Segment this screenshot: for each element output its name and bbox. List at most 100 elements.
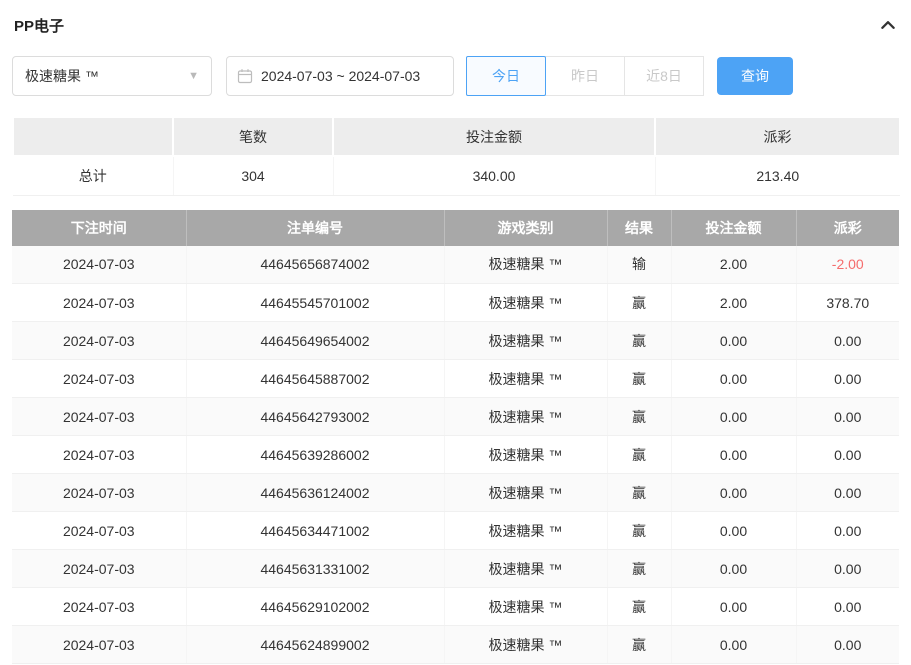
cell-result: 赢 [607, 588, 671, 626]
cell-payout: -2.00 [796, 246, 899, 284]
cell-bet-time: 2024-07-03 [12, 626, 186, 664]
cell-bet-time: 2024-07-03 [12, 398, 186, 436]
chevron-down-icon: ▼ [188, 70, 199, 82]
game-select[interactable]: 极速糖果 ™ ▼ [12, 56, 212, 96]
cell-result: 赢 [607, 550, 671, 588]
summary-header-row: 笔数 投注金额 派彩 [13, 117, 900, 156]
cell-bet-id: 44645645887002 [186, 360, 444, 398]
cell-bet-amount: 0.00 [671, 550, 796, 588]
cell-bet-amount: 0.00 [671, 626, 796, 664]
cell-bet-time: 2024-07-03 [12, 322, 186, 360]
summary-header-payout: 派彩 [655, 117, 900, 156]
cell-result: 赢 [607, 436, 671, 474]
cell-bet-amount: 0.00 [671, 588, 796, 626]
cell-bet-id: 44645639286002 [186, 436, 444, 474]
table-row: 2024-07-03 44645649654002 极速糖果 ™ 赢 0.00 … [12, 322, 899, 360]
cell-payout: 378.70 [796, 284, 899, 322]
cell-bet-amount: 2.00 [671, 246, 796, 284]
cell-game-category: 极速糖果 ™ [444, 322, 607, 360]
summary-table: 笔数 投注金额 派彩 总计 304 340.00 213.40 [12, 116, 901, 196]
calendar-icon [237, 68, 253, 84]
cell-result: 赢 [607, 398, 671, 436]
game-select-value: 极速糖果 ™ [25, 66, 99, 86]
cell-bet-amount: 2.00 [671, 284, 796, 322]
cell-payout: 0.00 [796, 512, 899, 550]
cell-result: 赢 [607, 284, 671, 322]
summary-bet-amount-value: 340.00 [333, 156, 655, 195]
cell-result: 赢 [607, 360, 671, 398]
cell-bet-id: 44645624899002 [186, 626, 444, 664]
cell-bet-time: 2024-07-03 [12, 512, 186, 550]
cell-payout: 0.00 [796, 360, 899, 398]
search-button[interactable]: 查询 [717, 57, 793, 95]
summary-total-row: 总计 304 340.00 213.40 [13, 156, 900, 195]
cell-game-category: 极速糖果 ™ [444, 626, 607, 664]
cell-payout: 0.00 [796, 398, 899, 436]
cell-bet-id: 44645656874002 [186, 246, 444, 284]
quick-button-yesterday[interactable]: 昨日 [545, 56, 625, 96]
cell-bet-amount: 0.00 [671, 512, 796, 550]
bets-table-header-row: 下注时间 注单编号 游戏类别 结果 投注金额 派彩 [12, 210, 899, 246]
cell-game-category: 极速糖果 ™ [444, 398, 607, 436]
cell-payout: 0.00 [796, 474, 899, 512]
cell-bet-id: 44645545701002 [186, 284, 444, 322]
table-row: 2024-07-03 44645629102002 极速糖果 ™ 赢 0.00 … [12, 588, 899, 626]
cell-bet-amount: 0.00 [671, 322, 796, 360]
date-range-value: 2024-07-03 ~ 2024-07-03 [261, 68, 420, 84]
summary-header-count: 笔数 [173, 117, 333, 156]
date-range-input[interactable]: 2024-07-03 ~ 2024-07-03 [226, 56, 454, 96]
cell-bet-amount: 0.00 [671, 436, 796, 474]
cell-result: 赢 [607, 512, 671, 550]
quick-date-button-group: 今日 昨日 近8日 [466, 56, 704, 96]
table-row: 2024-07-03 44645624899002 极速糖果 ™ 赢 0.00 … [12, 626, 899, 664]
table-row: 2024-07-03 44645545701002 极速糖果 ™ 赢 2.00 … [12, 284, 899, 322]
header-bet-id: 注单编号 [186, 210, 444, 246]
cell-payout: 0.00 [796, 436, 899, 474]
chevron-up-icon[interactable] [879, 16, 897, 34]
cell-result: 输 [607, 246, 671, 284]
table-row: 2024-07-03 44645642793002 极速糖果 ™ 赢 0.00 … [12, 398, 899, 436]
panel-header: PP电子 [12, 0, 899, 46]
panel-title: PP电子 [14, 15, 64, 36]
summary-header-blank [13, 117, 173, 156]
header-game-category: 游戏类别 [444, 210, 607, 246]
cell-game-category: 极速糖果 ™ [444, 284, 607, 322]
header-payout: 派彩 [796, 210, 899, 246]
bets-table-body: 2024-07-03 44645656874002 极速糖果 ™ 输 2.00 … [12, 246, 899, 664]
cell-bet-amount: 0.00 [671, 474, 796, 512]
cell-bet-id: 44645634471002 [186, 512, 444, 550]
header-bet-time: 下注时间 [12, 210, 186, 246]
cell-result: 赢 [607, 626, 671, 664]
cell-payout: 0.00 [796, 550, 899, 588]
table-row: 2024-07-03 44645634471002 极速糖果 ™ 赢 0.00 … [12, 512, 899, 550]
quick-button-today[interactable]: 今日 [466, 56, 546, 96]
summary-total-label: 总计 [13, 156, 173, 195]
cell-bet-time: 2024-07-03 [12, 284, 186, 322]
cell-bet-id: 44645631331002 [186, 550, 444, 588]
table-row: 2024-07-03 44645639286002 极速糖果 ™ 赢 0.00 … [12, 436, 899, 474]
header-bet-amount: 投注金额 [671, 210, 796, 246]
cell-bet-time: 2024-07-03 [12, 550, 186, 588]
quick-button-last-8-days[interactable]: 近8日 [624, 56, 704, 96]
table-row: 2024-07-03 44645645887002 极速糖果 ™ 赢 0.00 … [12, 360, 899, 398]
cell-bet-time: 2024-07-03 [12, 436, 186, 474]
table-row: 2024-07-03 44645631331002 极速糖果 ™ 赢 0.00 … [12, 550, 899, 588]
cell-payout: 0.00 [796, 322, 899, 360]
cell-bet-id: 44645636124002 [186, 474, 444, 512]
cell-game-category: 极速糖果 ™ [444, 550, 607, 588]
table-row: 2024-07-03 44645636124002 极速糖果 ™ 赢 0.00 … [12, 474, 899, 512]
cell-result: 赢 [607, 322, 671, 360]
cell-game-category: 极速糖果 ™ [444, 246, 607, 284]
filter-bar: 极速糖果 ™ ▼ 2024-07-03 ~ 2024-07-03 今日 昨日 近… [12, 56, 899, 96]
cell-bet-time: 2024-07-03 [12, 246, 186, 284]
summary-payout-value: 213.40 [655, 156, 900, 195]
header-result: 结果 [607, 210, 671, 246]
cell-bet-amount: 0.00 [671, 360, 796, 398]
cell-bet-time: 2024-07-03 [12, 588, 186, 626]
summary-header-bet-amount: 投注金额 [333, 117, 655, 156]
cell-game-category: 极速糖果 ™ [444, 512, 607, 550]
bets-table: 下注时间 注单编号 游戏类别 结果 投注金额 派彩 2024-07-03 446… [12, 210, 899, 665]
cell-bet-amount: 0.00 [671, 398, 796, 436]
cell-game-category: 极速糖果 ™ [444, 474, 607, 512]
cell-game-category: 极速糖果 ™ [444, 436, 607, 474]
